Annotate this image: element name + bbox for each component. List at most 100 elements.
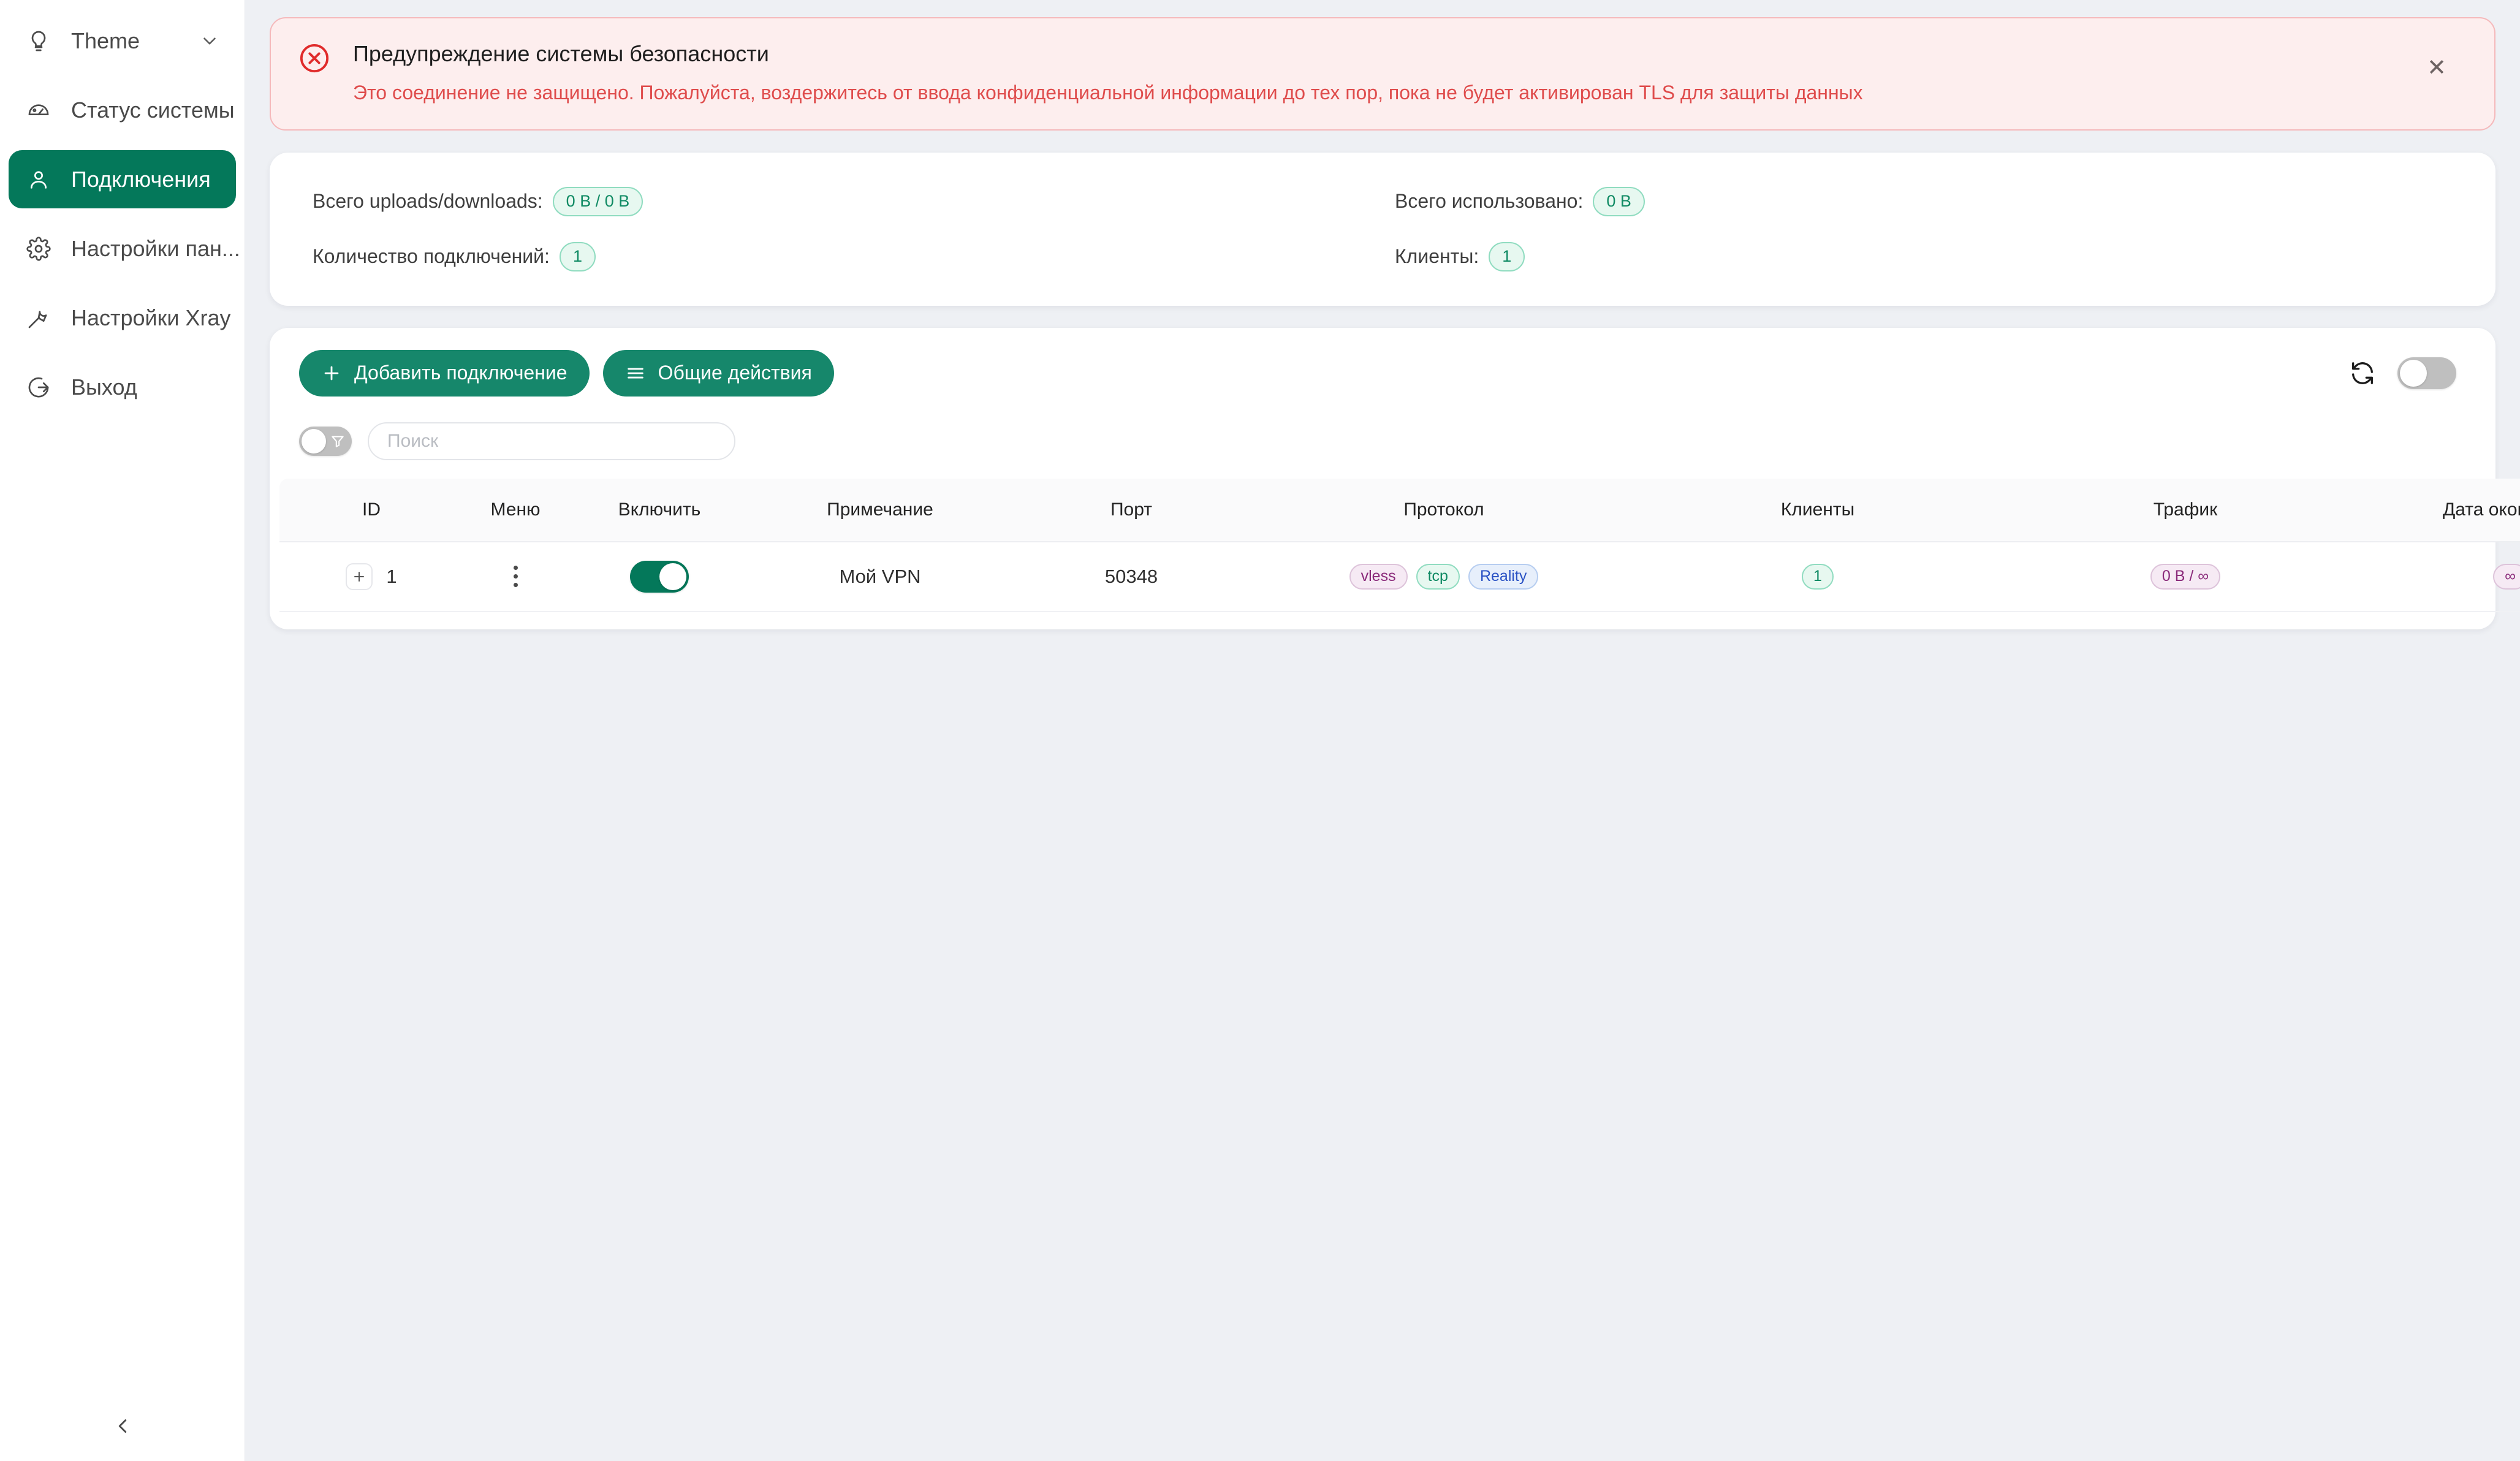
funnel-icon — [330, 433, 346, 449]
cell-menu — [463, 541, 567, 612]
stat-value-badge: 1 — [559, 241, 596, 271]
expiry-badge: ∞ — [2493, 563, 2520, 590]
stat-label: Количество подключений: — [313, 245, 550, 268]
cell-expiry: ∞ — [2369, 541, 2520, 612]
column-header-protocol[interactable]: Протокол — [1254, 478, 1634, 542]
stat-label: Всего использовано: — [1395, 190, 1584, 213]
auto-refresh-toggle[interactable] — [2397, 357, 2456, 389]
toggle-knob — [659, 563, 686, 590]
alert-description: Это соединение не защищено. Пожалуйста, … — [353, 82, 1863, 104]
chevron-left-icon — [111, 1414, 134, 1441]
sidebar-item-xray-settings[interactable]: Настройки Xray — [9, 289, 236, 347]
traffic-cell-group: 0 B / ∞ — [2002, 563, 2369, 590]
stat-total-used: Всего использовано: 0 B — [1395, 186, 2453, 216]
hamburger-icon — [625, 363, 646, 384]
stat-connections-count: Количество подключений: 1 — [313, 241, 1370, 271]
column-header-expiry[interactable]: Дата окончания — [2369, 478, 2520, 542]
alert-body: Предупреждение системы безопасности Это … — [353, 39, 1863, 106]
stats-card: Всего uploads/downloads: 0 B / 0 B Всего… — [270, 152, 2495, 306]
menu-cell-group — [463, 562, 567, 591]
search-row — [270, 415, 2495, 479]
alert-title: Предупреждение системы безопасности — [353, 41, 769, 66]
app-root: Theme Статус системы Подключения Настрой… — [0, 0, 2520, 1461]
wrench-icon — [25, 304, 53, 332]
stat-value-badge: 1 — [1489, 241, 1525, 271]
toolbar-right-group — [2346, 357, 2466, 390]
sidebar-item-logout[interactable]: Выход — [9, 358, 236, 416]
logout-icon — [25, 373, 53, 401]
sidebar-item-label: Подключения — [71, 166, 211, 192]
general-actions-label: Общие действия — [658, 362, 812, 384]
sidebar-item-label: Настройки пан... — [71, 235, 240, 261]
clients-badge: 1 — [1802, 563, 1834, 590]
column-header-id[interactable]: ID — [279, 478, 463, 542]
cell-enable — [567, 541, 751, 612]
column-header-port[interactable]: Порт — [1009, 478, 1254, 542]
sidebar-item-label: Статус системы — [71, 97, 235, 123]
stat-value-badge: 0 B / 0 B — [552, 186, 643, 216]
search-input[interactable] — [368, 422, 735, 460]
sidebar-collapse-button[interactable] — [0, 1394, 245, 1461]
column-header-enable[interactable]: Включить — [567, 478, 751, 542]
expiry-cell-group: ∞ — [2369, 563, 2520, 590]
table-body: 1 Мой VPN 50348 vless tcp Reality 1 0 B … — [279, 541, 2520, 612]
table-toolbar: Добавить подключение Общие действия — [270, 328, 2495, 415]
row-id-value: 1 — [386, 565, 397, 587]
cell-note: Мой VPN — [751, 541, 1009, 612]
plus-icon — [321, 363, 342, 384]
filter-toggle[interactable] — [299, 426, 352, 456]
traffic-badge: 0 B / ∞ — [2150, 563, 2221, 590]
protocol-tag-tcp: tcp — [1416, 563, 1460, 590]
cell-id: 1 — [279, 541, 463, 612]
sidebar-item-theme[interactable]: Theme — [9, 12, 236, 70]
add-connection-label: Добавить подключение — [354, 362, 567, 384]
sidebar-item-label: Выход — [71, 374, 137, 400]
chevron-down-icon[interactable] — [199, 31, 220, 51]
id-cell-group: 1 — [279, 563, 463, 590]
stat-label: Всего uploads/downloads: — [313, 190, 543, 213]
table-header: ID Меню Включить Примечание Порт Протоко… — [279, 478, 2520, 542]
toggle-knob — [302, 428, 326, 453]
gear-icon — [25, 235, 53, 263]
table-header-row: ID Меню Включить Примечание Порт Протоко… — [279, 478, 2520, 542]
cell-protocol: vless tcp Reality — [1254, 541, 1634, 612]
sidebar-item-panel-settings[interactable]: Настройки пан... — [9, 219, 240, 278]
error-circle-icon — [298, 42, 331, 75]
row-enable-toggle[interactable] — [630, 560, 689, 593]
protocol-tag-reality: Reality — [1468, 563, 1539, 590]
enable-cell-group — [567, 560, 751, 593]
toggle-knob — [2400, 359, 2427, 387]
stat-label: Клиенты: — [1395, 245, 1479, 268]
bulb-icon — [25, 27, 53, 55]
stat-value-badge: 0 B — [1593, 186, 1645, 216]
sidebar-item-system-status[interactable]: Статус системы — [9, 81, 236, 139]
cell-traffic: 0 B / ∞ — [2002, 541, 2369, 612]
cell-port: 50348 — [1009, 541, 1254, 612]
stat-clients: Клиенты: 1 — [1395, 241, 2453, 271]
connections-table: ID Меню Включить Примечание Порт Протоко… — [279, 478, 2520, 612]
sidebar-item-label: Theme — [71, 28, 140, 53]
protocol-tag-vless: vless — [1349, 563, 1408, 590]
column-header-clients[interactable]: Клиенты — [1634, 478, 2002, 542]
stat-total-uploads-downloads: Всего uploads/downloads: 0 B / 0 B — [313, 186, 1370, 216]
sidebar-item-connections[interactable]: Подключения — [9, 150, 236, 208]
refresh-button[interactable] — [2346, 357, 2379, 390]
add-connection-button[interactable]: Добавить подключение — [299, 349, 590, 397]
expand-row-button[interactable] — [346, 563, 373, 590]
gauge-icon — [25, 96, 53, 124]
column-header-note[interactable]: Примечание — [751, 478, 1009, 542]
security-alert-banner: Предупреждение системы безопасности Это … — [270, 17, 2495, 131]
connections-card: Добавить подключение Общие действия Поис… — [270, 327, 2520, 629]
general-actions-button[interactable]: Общие действия — [602, 349, 834, 397]
user-icon — [25, 165, 53, 194]
alert-close-icon[interactable]: ✕ — [2427, 56, 2446, 80]
clients-cell-group: 1 — [1634, 563, 2002, 590]
column-header-menu[interactable]: Меню — [463, 478, 567, 542]
sidebar: Theme Статус системы Подключения Настрой… — [0, 0, 245, 1461]
column-header-traffic[interactable]: Трафик — [2002, 478, 2369, 542]
protocol-tag-group: vless tcp Reality — [1254, 563, 1634, 590]
kebab-menu-icon[interactable] — [505, 562, 526, 591]
refresh-icon — [2348, 359, 2377, 387]
sidebar-item-label: Настройки Xray — [71, 305, 231, 330]
